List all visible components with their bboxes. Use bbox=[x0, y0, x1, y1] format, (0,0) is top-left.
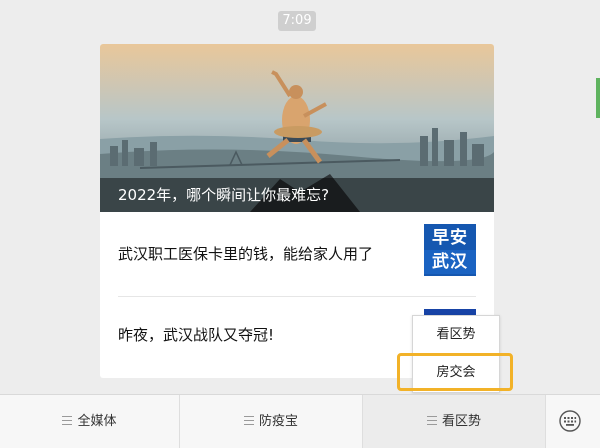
chat-timestamp: 7:09 bbox=[278, 11, 316, 31]
menu-button-label: 防疫宝 bbox=[258, 414, 298, 429]
menu-button-quan-mei-ti[interactable]: 全媒体 bbox=[0, 395, 180, 448]
menu-lines-icon bbox=[426, 416, 437, 425]
hero-article[interactable]: 2022年，哪个瞬间让你最难忘? bbox=[100, 44, 494, 212]
thumbnail-text-bottom: 武汉 bbox=[424, 250, 476, 274]
submenu-item-fang-jiao-hui[interactable]: 房交会 bbox=[413, 354, 499, 392]
hero-caption: 2022年，哪个瞬间让你最难忘? bbox=[100, 178, 494, 212]
article-item-1[interactable]: 武汉职工医保卡里的钱，能给家人用了 早安 武汉 bbox=[118, 216, 476, 292]
submenu-popup: 看区势 房交会 bbox=[412, 315, 500, 393]
bottom-menu-bar: 全媒体 防疫宝 看区势 bbox=[0, 394, 600, 448]
article-title: 昨夜，武汉战队又夺冠! bbox=[118, 326, 275, 344]
side-accent bbox=[596, 78, 600, 118]
menu-lines-icon bbox=[62, 416, 73, 425]
thumbnail-text-top: 早安 bbox=[432, 228, 468, 248]
hero-title: 2022年，哪个瞬间让你最难忘? bbox=[118, 186, 330, 204]
menu-button-kan-qu-shi[interactable]: 看区势 bbox=[363, 395, 546, 448]
menu-button-label: 看区势 bbox=[441, 414, 481, 429]
keyboard-icon[interactable] bbox=[558, 409, 582, 433]
article-thumbnail: 早安 武汉 bbox=[424, 224, 476, 276]
menu-lines-icon bbox=[243, 416, 254, 425]
menu-button-label: 全媒体 bbox=[77, 414, 117, 429]
menu-button-fang-yi-bao[interactable]: 防疫宝 bbox=[180, 395, 363, 448]
submenu-item-kan-qu-shi[interactable]: 看区势 bbox=[413, 316, 499, 355]
article-title: 武汉职工医保卡里的钱，能给家人用了 bbox=[118, 245, 374, 263]
